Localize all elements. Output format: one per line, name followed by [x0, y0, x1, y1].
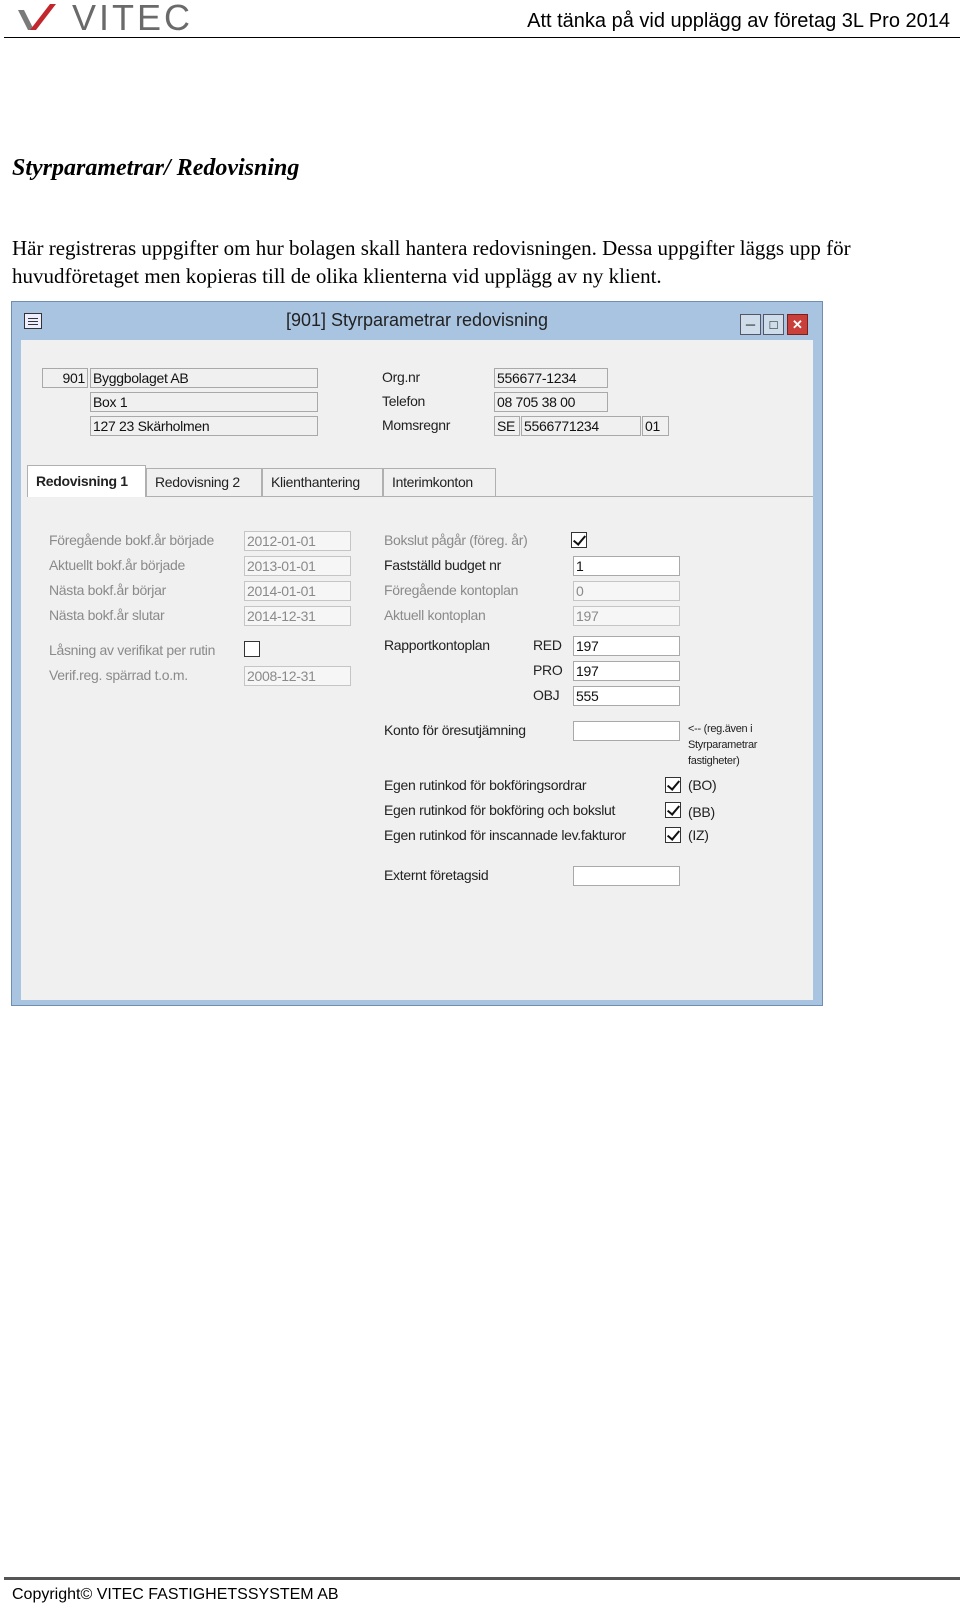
foreg-kontoplan-label: Föregående kontoplan: [384, 582, 519, 598]
page-header-title: Att tänka på vid upplägg av företag 3L P…: [527, 10, 950, 32]
aktuell-kontoplan-label: Aktuell kontoplan: [384, 607, 486, 623]
copyright-text: Copyright© VITEC FASTIGHETSSYSTEM AB: [12, 1586, 339, 1603]
vitec-logo: VITEC: [14, 0, 214, 38]
rapport-obj-field[interactable]: 555: [573, 686, 680, 706]
page-footer: Copyright© VITEC FASTIGHETSSYSTEM AB: [4, 1577, 960, 1603]
verif-sparrad-field[interactable]: 2008-12-31: [244, 666, 351, 686]
company-name-field[interactable]: Byggbolaget AB: [90, 368, 318, 388]
orgnr-label: Org.nr: [382, 369, 420, 385]
tab-redovisning-2[interactable]: Redovisning 2: [146, 468, 262, 496]
faststalld-budget-label: Fastställd budget nr: [384, 557, 501, 573]
rapportkontoplan-label: Rapportkontoplan: [384, 637, 490, 653]
konto-oresutjamning-note-3: fastigheter): [688, 755, 740, 767]
egen-rutinkod-iz-code: (IZ): [688, 827, 709, 843]
externt-foretagsid-field[interactable]: [573, 866, 680, 886]
egen-rutinkod-bo-code: (BO): [688, 777, 717, 793]
tab-redovisning-1[interactable]: Redovisning 1: [27, 465, 146, 497]
maximize-button[interactable]: □: [763, 314, 784, 335]
obj-label: OBJ: [533, 687, 560, 703]
egen-rutinkod-bo-label: Egen rutinkod för bokföringsordrar: [384, 777, 587, 793]
verif-sparrad-label: Verif.reg. spärrad t.o.m.: [49, 667, 188, 683]
foreg-kontoplan-field[interactable]: 0: [573, 581, 680, 601]
egen-rutinkod-bb-code: (BB): [688, 804, 715, 820]
lasning-verifikat-checkbox[interactable]: [244, 641, 260, 657]
close-button[interactable]: ✕: [787, 314, 808, 335]
egen-rutinkod-iz-checkbox[interactable]: [665, 827, 681, 843]
aktuellt-bokfar-field[interactable]: 2013-01-01: [244, 556, 351, 576]
externt-foretagsid-label: Externt företagsid: [384, 867, 489, 883]
company-number-field[interactable]: 901: [42, 368, 88, 388]
telefon-field[interactable]: 08 705 38 00: [494, 392, 608, 412]
rapport-red-field[interactable]: 197: [573, 636, 680, 656]
foreg-bokfar-field[interactable]: 2012-01-01: [244, 531, 351, 551]
aktuell-kontoplan-field[interactable]: 197: [573, 606, 680, 626]
egen-rutinkod-bb-label: Egen rutinkod för bokföring och bokslut: [384, 802, 616, 818]
company-address2-field[interactable]: 127 23 Skärholmen: [90, 416, 318, 436]
minimize-button[interactable]: ─: [740, 314, 761, 335]
egen-rutinkod-iz-label: Egen rutinkod för inscannade lev.fakturo…: [384, 827, 626, 843]
page-header: VITEC Att tänka på vid upplägg av företa…: [4, 0, 960, 38]
telefon-label: Telefon: [382, 393, 426, 409]
faststalld-budget-field[interactable]: 1: [573, 556, 680, 576]
rapport-pro-field[interactable]: 197: [573, 661, 680, 681]
momsregnr-field[interactable]: 5566771234: [521, 416, 641, 436]
konto-oresutjamning-note-2: Styrparametrar: [688, 739, 758, 751]
orgnr-field[interactable]: 556677-1234: [494, 368, 608, 388]
document-heading: Styrparametrar/ Redovisning: [12, 155, 300, 181]
tab-klienthantering[interactable]: Klienthantering: [262, 468, 383, 496]
pro-label: PRO: [533, 662, 563, 678]
konto-oresutjamning-field[interactable]: [573, 721, 680, 741]
company-address1-field[interactable]: Box 1: [90, 392, 318, 412]
momsregnr-suffix-field[interactable]: 01: [642, 416, 669, 436]
momsregnr-prefix-field[interactable]: SE: [494, 416, 520, 436]
window-title: [901] Styrparametrar redovisning: [285, 310, 549, 330]
vitec-logo-text: VITEC: [72, 0, 194, 38]
egen-rutinkod-bb-checkbox[interactable]: [665, 802, 681, 818]
momsregnr-label: Momsregnr: [382, 417, 451, 433]
nasta-bokfar-slutar-field[interactable]: 2014-12-31: [244, 606, 351, 626]
document-paragraph: Här registreras uppgifter om hur bolagen…: [12, 236, 851, 288]
konto-oresutjamning-label: Konto för öresutjämning: [384, 722, 526, 738]
aktuellt-bokfar-label: Aktuellt bokf.år började: [49, 557, 185, 573]
red-label: RED: [533, 637, 562, 653]
bokslut-pagar-checkbox[interactable]: [571, 532, 587, 548]
konto-oresutjamning-note-1: <-- (reg.även i: [688, 723, 753, 735]
nasta-bokfar-slutar-label: Nästa bokf.år slutar: [49, 607, 165, 623]
window-titlebar[interactable]: [901] Styrparametrar redovisning ─ □ ✕: [12, 302, 822, 340]
foreg-bokfar-label: Föregående bokf.år började: [49, 532, 214, 548]
nasta-bokfar-borjar-field[interactable]: 2014-01-01: [244, 581, 351, 601]
lasning-verifikat-label: Låsning av verifikat per rutin: [49, 642, 216, 658]
egen-rutinkod-bo-checkbox[interactable]: [665, 777, 681, 793]
nasta-bokfar-borjar-label: Nästa bokf.år börjar: [49, 582, 166, 598]
vitec-logo-icon: [18, 4, 56, 30]
bokslut-pagar-label: Bokslut pågår (föreg. år): [384, 532, 528, 548]
tab-interimkonton[interactable]: Interimkonton: [383, 468, 496, 496]
